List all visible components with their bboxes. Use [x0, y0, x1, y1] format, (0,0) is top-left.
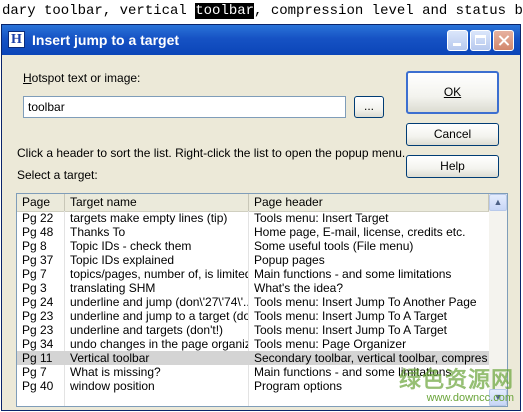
background-text-highlight: toolbar	[195, 3, 255, 19]
row-header-cell: Tools menu: Insert Jump To Another Page	[254, 295, 477, 309]
column-header-page[interactable]: Page	[17, 194, 65, 211]
row-page-cell: Pg 23	[22, 323, 54, 337]
row-page-cell: Pg 7	[22, 267, 47, 281]
row-page-cell: Pg 24	[22, 295, 54, 309]
row-target-cell: targets make empty lines (tip)	[70, 211, 228, 225]
row-page-cell: Pg 22	[22, 211, 54, 225]
table-row[interactable]: Pg 24 underline and jump (don\'27\'74\'..…	[17, 295, 489, 309]
row-target-cell: Vertical toolbar	[70, 351, 150, 365]
row-page-cell: Pg 34	[22, 337, 54, 351]
table-row[interactable]: Pg 22 targets make empty lines (tip) Tools…	[17, 211, 489, 225]
select-target-label: Select a target:	[17, 168, 98, 182]
row-target-cell: window position	[70, 379, 155, 393]
row-target-cell: Thanks To	[70, 225, 126, 239]
help-button-label: Help	[440, 159, 465, 173]
hotspot-label: Hotspot text or image:	[23, 71, 141, 85]
table-row[interactable]: Pg 37 Topic IDs explained Popup pages	[17, 253, 489, 267]
column-header-target-name[interactable]: Target name	[65, 194, 249, 211]
row-header-cell: What's the idea?	[254, 281, 344, 295]
ok-button[interactable]: OK	[406, 71, 499, 114]
row-page-cell: Pg 7	[22, 365, 47, 379]
window-title: Insert jump to a target	[32, 32, 180, 48]
column-header-page-header[interactable]: Page header	[249, 194, 489, 211]
row-header-cell: Home page, E-mail, license, credits etc.	[254, 225, 466, 239]
maximize-button[interactable]	[470, 30, 491, 51]
ok-button-label: OK	[443, 85, 462, 99]
cancel-button-label: Cancel	[433, 127, 472, 141]
row-target-cell: Topic IDs explained	[70, 253, 175, 267]
row-page-cell: Pg 37	[22, 253, 54, 267]
row-target-cell: underline and jump to a target (do...	[70, 309, 248, 323]
row-page-cell: Pg 23	[22, 309, 54, 323]
table-row[interactable]: Pg 7 topics/pages, number of, is limited M…	[17, 267, 489, 281]
row-page-cell: Pg 48	[22, 225, 54, 239]
row-page-cell: Pg 8	[22, 239, 47, 253]
table-row[interactable]: Pg 3 translating SHM What's the idea?	[17, 281, 489, 295]
browse-button[interactable]: ...	[354, 96, 384, 118]
list-header: Page Target name Page header	[17, 194, 489, 212]
cancel-button[interactable]: Cancel	[406, 123, 499, 146]
watermark-url: www.downcc.com	[426, 392, 514, 404]
row-target-cell: What is missing?	[70, 365, 161, 379]
hotspot-input[interactable]: toolbar	[23, 96, 346, 118]
row-target-cell: undo changes in the page organizer	[70, 337, 248, 351]
insert-jump-dialog: H Insert jump to a target Hotspot text o…	[1, 24, 521, 411]
table-row[interactable]: Pg 48 Thanks To Home page, E-mail, license…	[17, 225, 489, 239]
row-header-cell: Some useful tools (File menu)	[254, 239, 414, 253]
instructions-text: Click a header to sort the list. Right-c…	[17, 146, 406, 160]
row-header-cell: Tools menu: Insert Jump To A Target	[254, 323, 447, 337]
title-bar[interactable]: H Insert jump to a target	[2, 25, 520, 55]
app-icon: H	[8, 31, 25, 48]
table-row[interactable]: Pg 11 Vertical toolbar Secondary toolbar, …	[17, 351, 489, 365]
row-page-cell: Pg 11	[22, 351, 53, 365]
table-row[interactable]: Pg 34 undo changes in the page organizer T…	[17, 337, 489, 351]
row-target-cell: underline and targets (don't!)	[70, 323, 224, 337]
watermark: 绿色资源网 www.downcc.com	[398, 367, 514, 405]
row-page-cell: Pg 3	[22, 281, 47, 295]
row-header-cell: Popup pages	[254, 253, 325, 267]
scroll-up-icon[interactable]: ▲	[489, 194, 507, 211]
watermark-title: 绿色资源网	[398, 367, 514, 392]
list-rows: Pg 22 targets make empty lines (tip) Tools…	[17, 211, 489, 393]
help-button[interactable]: Help	[406, 155, 499, 178]
table-row[interactable]: Pg 23 underline and jump to a target (do.…	[17, 309, 489, 323]
row-header-cell: Secondary toolbar, vertical toolbar, com…	[254, 351, 488, 365]
row-header-cell: Tools menu: Page Organizer	[254, 337, 407, 351]
row-target-cell: Topic IDs - check them	[70, 239, 192, 253]
background-text-before: dary toolbar, vertical	[2, 3, 196, 19]
table-row[interactable]: Pg 8 Topic IDs - check them Some useful to…	[17, 239, 489, 253]
hotspot-label-text: otspot text or image:	[31, 71, 141, 85]
background-document-line: dary toolbar, vertical toolbar, compress…	[0, 0, 523, 24]
minimize-button[interactable]	[447, 30, 468, 51]
table-row[interactable]: Pg 23 underline and targets (don't!) Tools…	[17, 323, 489, 337]
row-header-cell: Tools menu: Insert Jump To A Target	[254, 309, 447, 323]
row-target-cell: topics/pages, number of, is limited	[70, 267, 248, 281]
row-target-cell: translating SHM	[70, 281, 156, 295]
row-page-cell: Pg 40	[22, 379, 54, 393]
background-text-after: , compression level and status bar	[254, 3, 523, 19]
row-header-cell: Tools menu: Insert Target	[254, 211, 389, 225]
row-header-cell: Main functions - and some limitations	[254, 267, 452, 281]
close-button[interactable]	[493, 30, 514, 51]
row-target-cell: underline and jump (don\'27\'74\'...	[70, 295, 248, 309]
